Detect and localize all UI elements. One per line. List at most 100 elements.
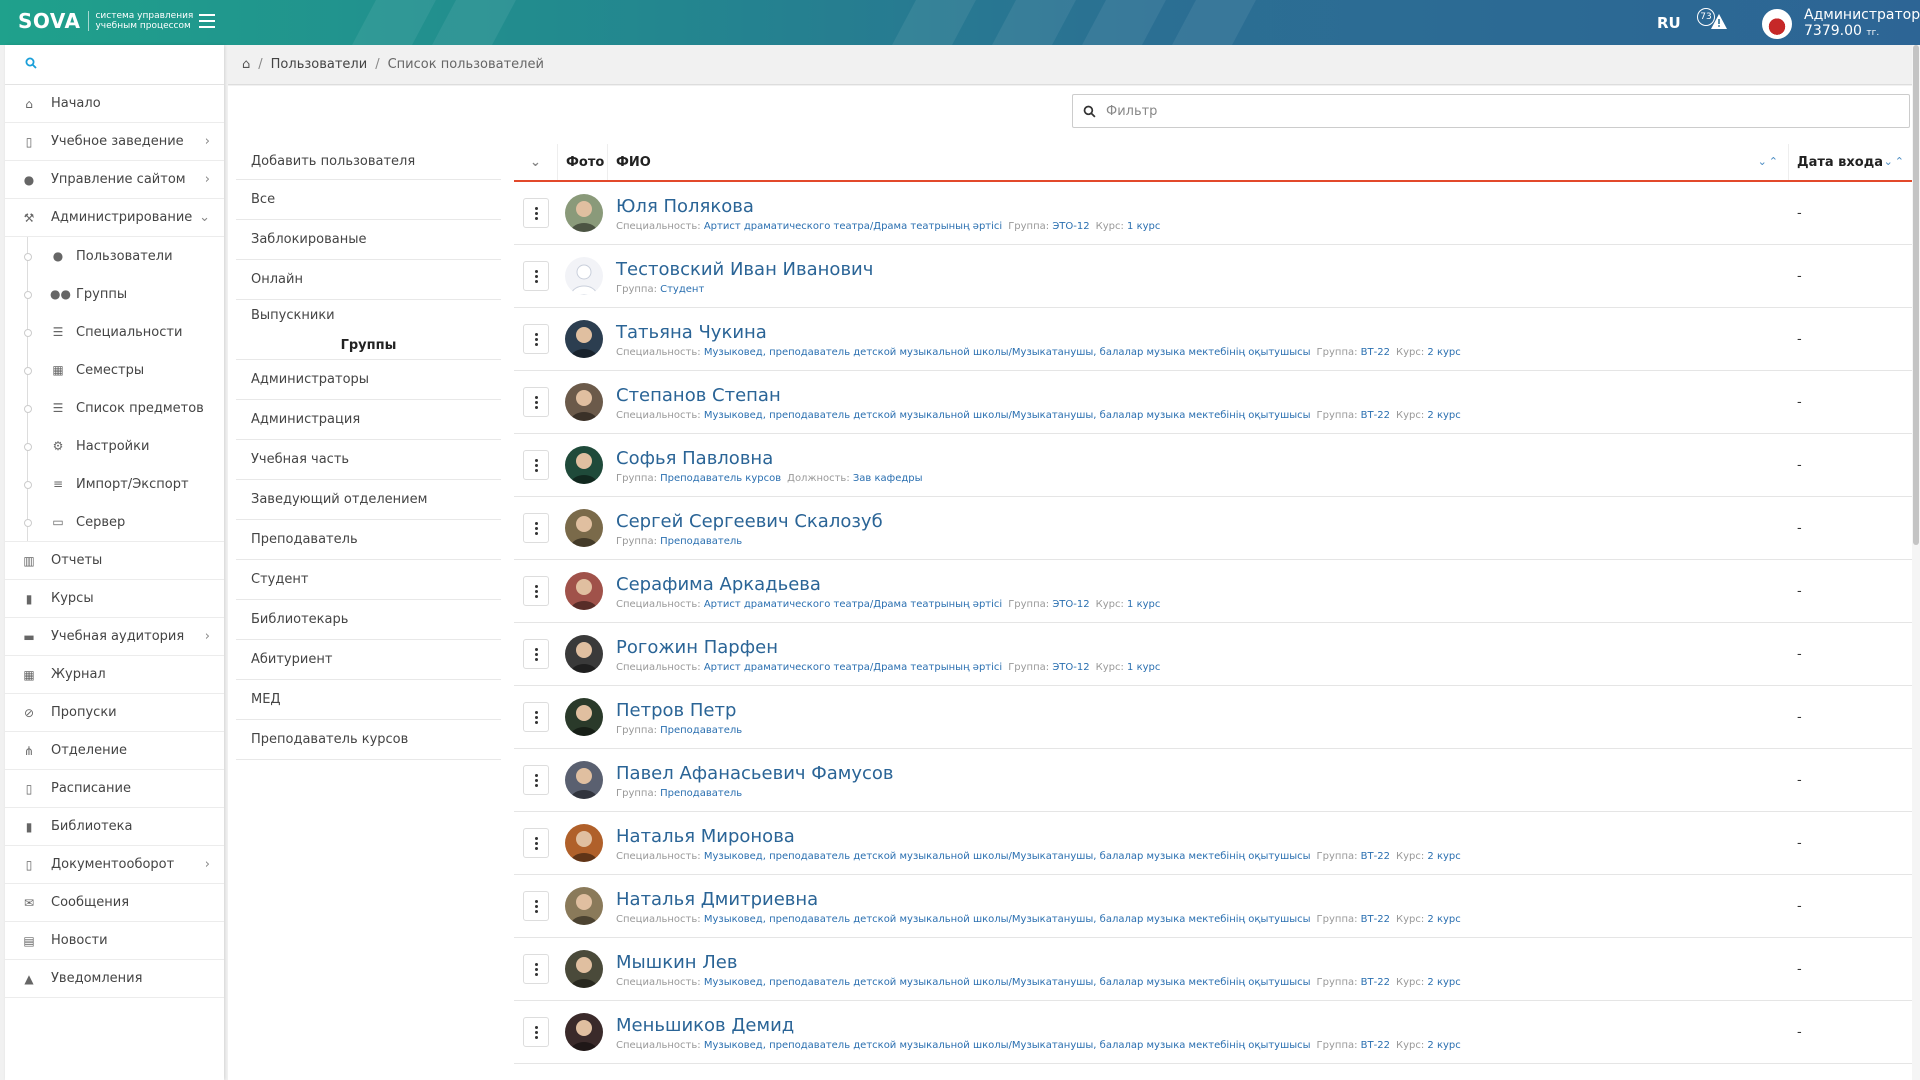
course-link[interactable]: 2 курс — [1427, 347, 1460, 358]
specialty-link[interactable]: Артист драматического театра/Драма театр… — [704, 599, 1002, 610]
scrollbar-thumb[interactable] — [1913, 45, 1919, 545]
user-photo[interactable] — [565, 698, 603, 736]
sidebar-item[interactable]: ▤ Новости — [5, 922, 224, 960]
specialty-link[interactable]: Музыковед, преподаватель детской музыкал… — [704, 410, 1311, 421]
specialty-link[interactable]: Музыковед, преподаватель детской музыкал… — [704, 914, 1311, 925]
group-filter-item[interactable]: Библиотекарь — [236, 600, 501, 640]
user-photo[interactable] — [565, 320, 603, 358]
filter-menu-item[interactable]: Все — [236, 180, 501, 220]
group-filter-item[interactable]: Преподаватель курсов — [236, 720, 501, 760]
row-actions-button[interactable] — [523, 513, 549, 543]
user-photo[interactable] — [565, 509, 603, 547]
group-link[interactable]: ЭТО-12 — [1052, 221, 1089, 232]
group-filter-item[interactable]: Учебная часть — [236, 440, 501, 480]
group-filter-item[interactable]: МЕД — [236, 680, 501, 720]
user-name-link[interactable]: Наталья Дмитриевна — [616, 888, 1789, 912]
user-name-link[interactable]: Павел Афанасьевич Фамусов — [616, 762, 1789, 786]
user-name-link[interactable]: Татьяна Чукина — [616, 321, 1789, 345]
user-menu[interactable]: Администратор 7379.00 тг. — [1762, 7, 1920, 41]
group-filter-item[interactable]: Администраторы — [236, 360, 501, 400]
user-name-link[interactable]: Тестовский Иван Иванович — [616, 258, 1789, 282]
row-actions-button[interactable] — [523, 702, 549, 732]
row-actions-button[interactable] — [523, 765, 549, 795]
sidebar-subitem[interactable]: ⚙ Настройки — [5, 427, 224, 465]
specialty-link[interactable]: Музыковед, преподаватель детской музыкал… — [704, 977, 1311, 988]
col-name-header[interactable]: ФИО ⌄⌃ — [608, 144, 1789, 180]
user-photo[interactable] — [565, 824, 603, 862]
user-photo[interactable] — [565, 572, 603, 610]
col-date-header[interactable]: Дата входа ⌄⌃ — [1789, 144, 1914, 180]
sidebar-item[interactable]: ✉ Сообщения — [5, 884, 224, 922]
sidebar-subitem[interactable]: ● Пользователи — [5, 237, 224, 275]
sidebar-item[interactable]: ⊘ Пропуски — [5, 694, 224, 732]
row-actions-button[interactable] — [523, 1017, 549, 1047]
sidebar-item[interactable]: ▦ Журнал — [5, 656, 224, 694]
sidebar-subitem[interactable]: ☰ Список предметов — [5, 389, 224, 427]
sidebar-item[interactable]: ▥ Отчеты — [5, 542, 224, 580]
course-link[interactable]: 1 курс — [1127, 221, 1160, 232]
row-actions-button[interactable] — [523, 576, 549, 606]
user-photo[interactable] — [565, 950, 603, 988]
sidebar-item[interactable]: ⋔ Отделение — [5, 732, 224, 770]
course-link[interactable]: 1 курс — [1127, 662, 1160, 673]
group-link[interactable]: ВТ-22 — [1361, 1040, 1390, 1051]
group-link[interactable]: ВТ-22 — [1361, 347, 1390, 358]
user-photo[interactable] — [565, 635, 603, 673]
user-name-link[interactable]: Сергей Сергеевич Скалозуб — [616, 510, 1789, 534]
sidebar-subitem[interactable]: ≡ Импорт/Экспорт — [5, 465, 224, 503]
breadcrumb-users-link[interactable]: Пользователи — [271, 57, 368, 72]
course-link[interactable]: 2 курс — [1427, 914, 1460, 925]
sidebar-subitem[interactable]: ▭ Сервер — [5, 503, 224, 541]
row-actions-button[interactable] — [523, 324, 549, 354]
sidebar-item[interactable]: ● Управление сайтом › — [5, 161, 224, 199]
group-link[interactable]: Преподаватель — [660, 725, 742, 736]
position-link[interactable]: Зав кафедры — [853, 473, 923, 484]
user-name-link[interactable]: Наталья Миронова — [616, 825, 1789, 849]
sidebar-subitem[interactable]: ▦ Семестры — [5, 351, 224, 389]
course-link[interactable]: 1 курс — [1127, 599, 1160, 610]
user-photo[interactable] — [565, 1013, 603, 1051]
sidebar-item[interactable]: ▲ Уведомления — [5, 960, 224, 998]
group-link[interactable]: Студент — [660, 284, 704, 295]
course-link[interactable]: 2 курс — [1427, 410, 1460, 421]
row-actions-button[interactable] — [523, 198, 549, 228]
user-photo[interactable] — [565, 887, 603, 925]
specialty-link[interactable]: Музыковед, преподаватель детской музыкал… — [704, 1040, 1311, 1051]
user-name-link[interactable]: Серафима Аркадьева — [616, 573, 1789, 597]
sidebar-item[interactable]: ▯ Учебное заведение › — [5, 123, 224, 161]
filter-menu-item[interactable]: Выпускники — [236, 300, 501, 332]
user-photo[interactable] — [565, 257, 603, 295]
sidebar-subitem[interactable]: ●● Группы — [5, 275, 224, 313]
specialty-link[interactable]: Музыковед, преподаватель детской музыкал… — [704, 851, 1311, 862]
group-filter-item[interactable]: Администрация — [236, 400, 501, 440]
group-link[interactable]: ВТ-22 — [1361, 914, 1390, 925]
sidebar-item[interactable]: ▮ Библиотека — [5, 808, 224, 846]
group-link[interactable]: Преподаватель — [660, 536, 742, 547]
group-link[interactable]: ВТ-22 — [1361, 851, 1390, 862]
user-name-link[interactable]: Софья Павловна — [616, 447, 1789, 471]
group-filter-item[interactable]: Преподаватель — [236, 520, 501, 560]
group-link[interactable]: ВТ-22 — [1361, 410, 1390, 421]
row-actions-button[interactable] — [523, 387, 549, 417]
user-photo[interactable] — [565, 446, 603, 484]
group-link[interactable]: ЭТО-12 — [1052, 599, 1089, 610]
group-filter-item[interactable]: Студент — [236, 560, 501, 600]
row-actions-button[interactable] — [523, 450, 549, 480]
filter-menu-item[interactable]: Заблокированые — [236, 220, 501, 260]
user-photo[interactable] — [565, 761, 603, 799]
sidebar-item[interactable]: ▮ Курсы — [5, 580, 224, 618]
alerts-button[interactable]: 73 — [1697, 8, 1733, 36]
user-name-link[interactable]: Мышкин Лев — [616, 951, 1789, 975]
sidebar-subitem[interactable]: ☰ Специальности — [5, 313, 224, 351]
group-link[interactable]: Преподаватель курсов — [660, 473, 781, 484]
add-user-link[interactable]: Добавить пользователя — [236, 144, 501, 180]
course-link[interactable]: 2 курс — [1427, 977, 1460, 988]
app-logo[interactable]: SOVA система управления учебным процессо… — [18, 9, 193, 33]
page-scrollbar[interactable] — [1912, 45, 1920, 1080]
course-link[interactable]: 2 курс — [1427, 851, 1460, 862]
specialty-link[interactable]: Музыковед, преподаватель детской музыкал… — [704, 347, 1311, 358]
row-actions-button[interactable] — [523, 954, 549, 984]
filter-input[interactable] — [1106, 103, 1886, 119]
user-name-link[interactable]: Юля Полякова — [616, 195, 1789, 219]
sidebar-item[interactable]: ▬ Учебная аудитория › — [5, 618, 224, 656]
